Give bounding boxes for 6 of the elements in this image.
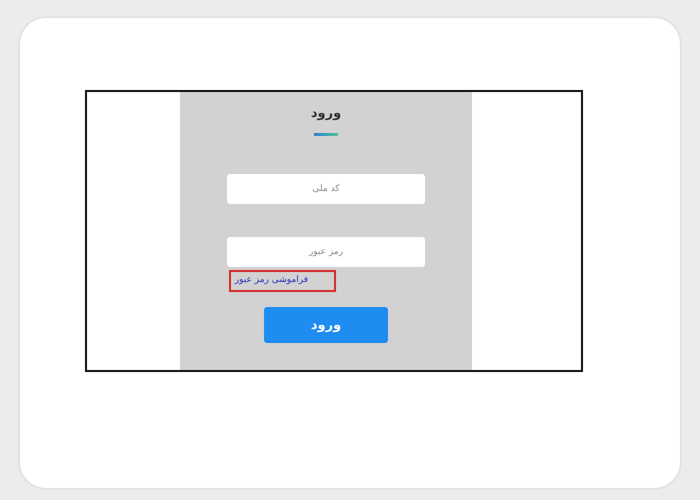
login-button[interactable]: ورود [264,307,388,343]
national-code-field[interactable]: کد ملی [227,174,425,204]
password-field[interactable]: رمز عبور [227,237,425,267]
login-title: ورود [310,106,342,121]
forgot-password-link[interactable]: فراموشی رمز عبور [229,270,336,292]
title-underline [314,133,338,136]
